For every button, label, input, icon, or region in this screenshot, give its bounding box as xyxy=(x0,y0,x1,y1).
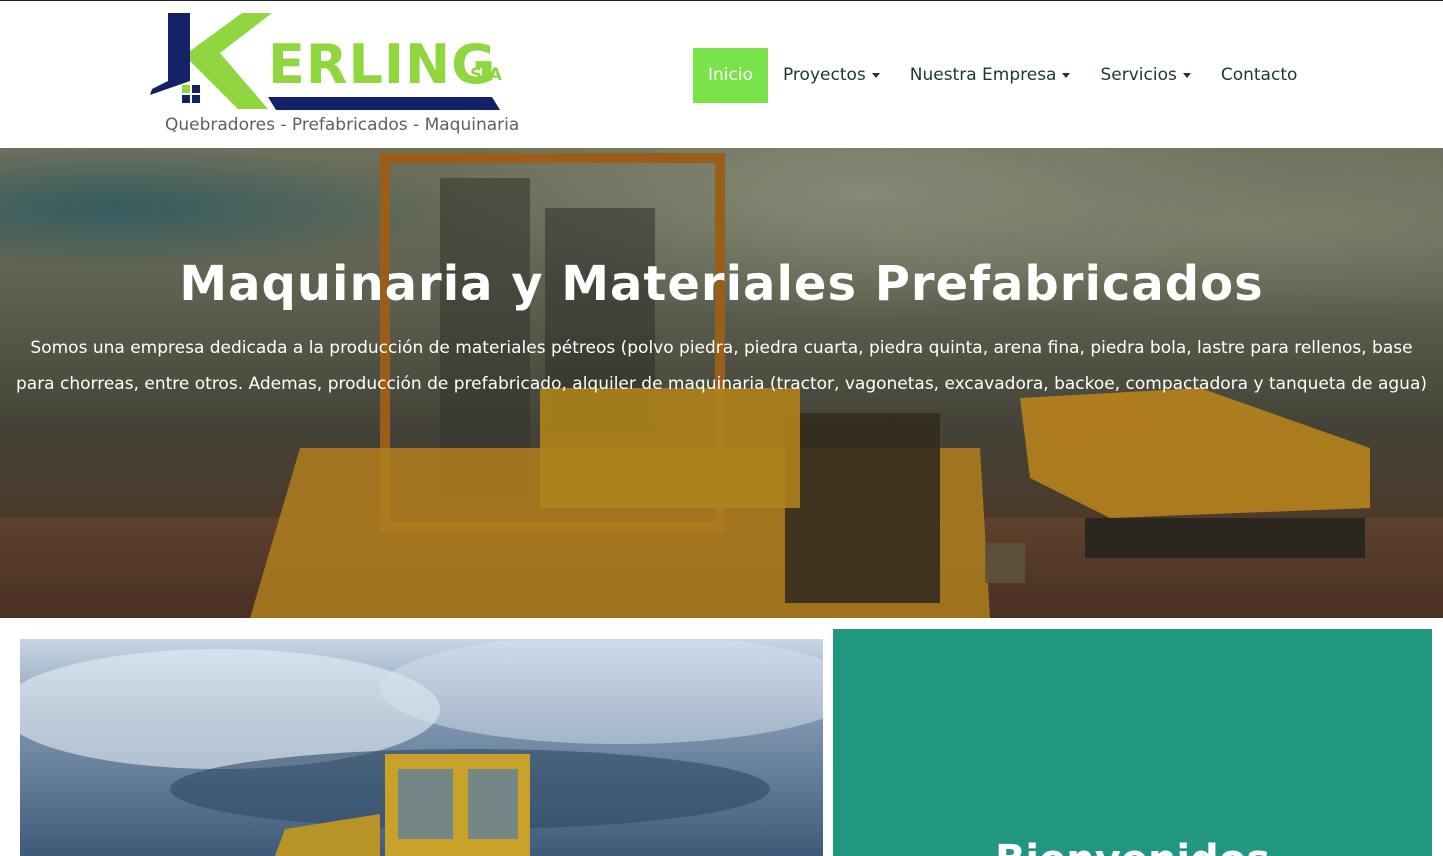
caret-down-icon xyxy=(871,73,880,78)
main-nav: Inicio Proyectos Nuestra Empresa Servici… xyxy=(693,48,1312,103)
nav-item-nuestra-empresa[interactable]: Nuestra Empresa xyxy=(895,48,1086,103)
brand-suffix: S.A xyxy=(470,65,502,85)
loader-illustration xyxy=(20,639,823,856)
welcome-heading: Bienvenidos xyxy=(833,837,1432,856)
nav-item-label: Inicio xyxy=(708,65,753,85)
nav-item-servicios[interactable]: Servicios xyxy=(1085,48,1205,103)
loader-photo xyxy=(20,639,823,856)
brand-logo[interactable]: ERLING S.A Quebradores - Prefabricados -… xyxy=(150,11,519,141)
welcome-panel: Bienvenidos xyxy=(833,629,1432,856)
brand-tagline: Quebradores - Prefabricados - Maquinaria xyxy=(165,115,520,135)
caret-down-icon xyxy=(1182,73,1191,78)
nav-item-label: Servicios xyxy=(1100,65,1177,85)
nav-item-proyectos[interactable]: Proyectos xyxy=(768,48,895,103)
brand-name: ERLING xyxy=(268,33,497,96)
nav-item-label: Contacto xyxy=(1220,65,1298,85)
nav-item-label: Nuestra Empresa xyxy=(909,65,1057,85)
nav-item-inicio[interactable]: Inicio xyxy=(693,48,768,103)
hero-banner: Maquinaria y Materiales Prefabricados So… xyxy=(0,148,1443,618)
hero-description: Somos una empresa dedicada a la producci… xyxy=(15,338,1427,394)
nav-item-label: Proyectos xyxy=(782,65,866,85)
hero-title: Maquinaria y Materiales Prefabricados xyxy=(179,256,1264,312)
caret-down-icon xyxy=(1062,73,1071,78)
nav-item-contacto[interactable]: Contacto xyxy=(1206,48,1313,103)
site-header: ERLING S.A Quebradores - Prefabricados -… xyxy=(0,0,1443,148)
